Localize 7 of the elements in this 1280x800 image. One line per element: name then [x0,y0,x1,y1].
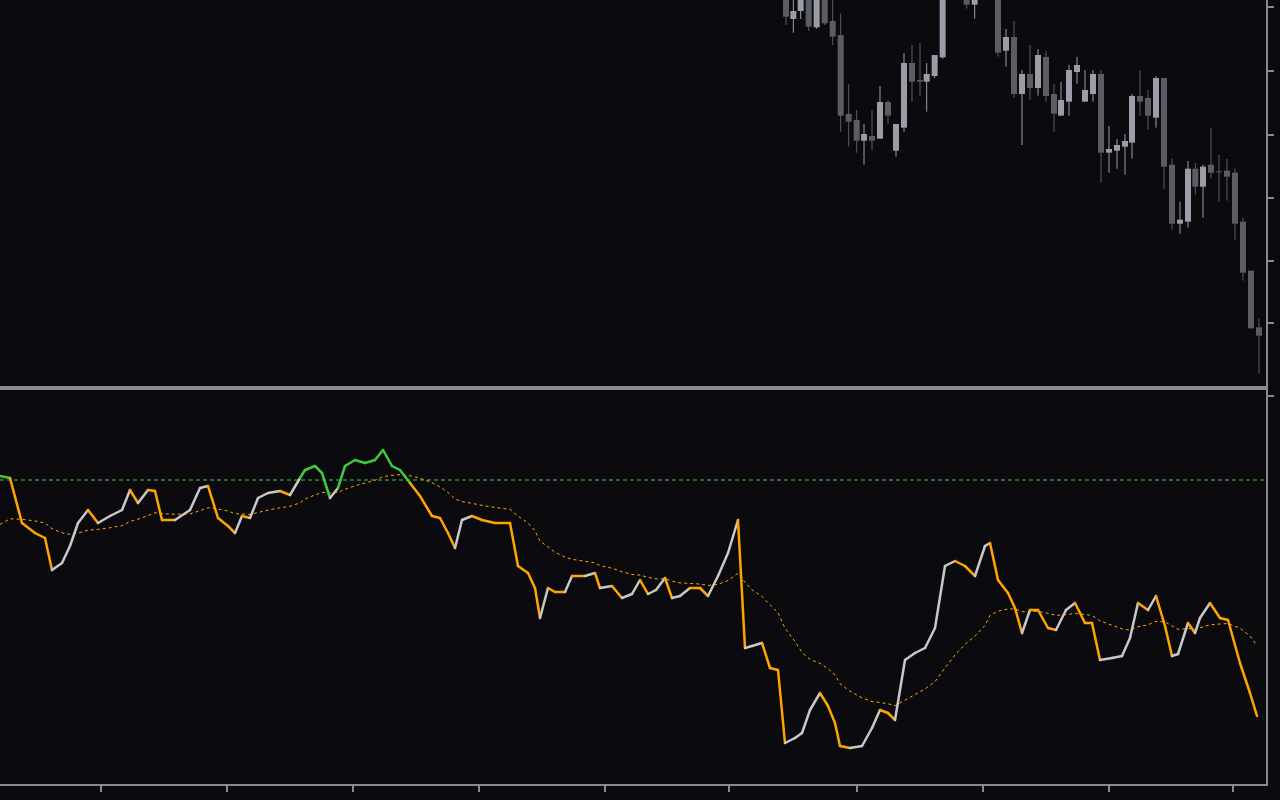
candle [877,86,883,139]
candle [1082,70,1088,102]
candle [893,124,899,157]
candle [885,100,891,124]
candle [995,0,1001,57]
candle [1248,270,1254,329]
candle [1153,76,1159,128]
